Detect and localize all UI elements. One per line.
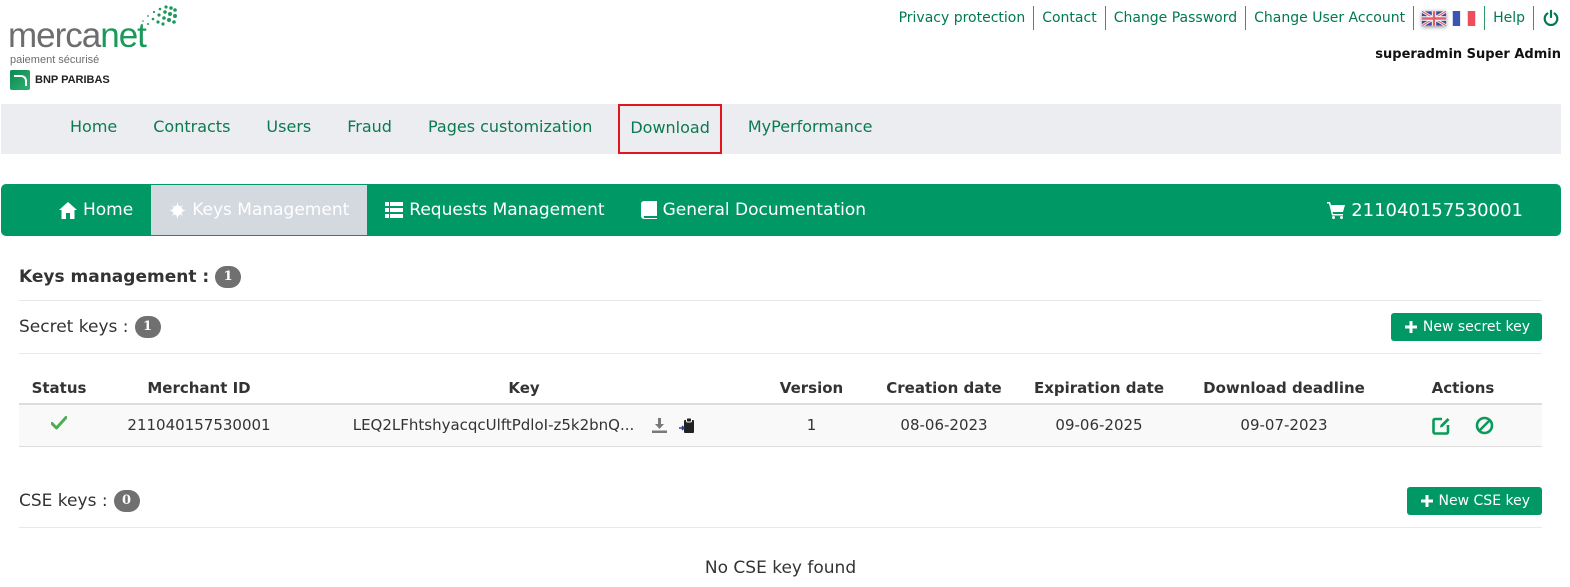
sub-nav-home-label: Home <box>83 200 134 220</box>
actions-cell <box>1384 404 1542 447</box>
download-icon <box>652 417 668 433</box>
change-password-link[interactable]: Change Password <box>1106 6 1247 30</box>
logo-wordmark: mercanet <box>8 16 147 55</box>
logo-word-merca: merca <box>8 16 101 55</box>
contact-link[interactable]: Contact <box>1034 6 1106 30</box>
main-nav-users[interactable]: Users <box>248 104 329 154</box>
divider <box>19 526 1542 528</box>
keys-management-header: Keys management : 1 <box>19 262 1542 292</box>
download-deadline-cell: 09-07-2023 <box>1184 404 1384 447</box>
uk-flag-icon[interactable] <box>1422 10 1447 26</box>
bnp-paribas-logo: BNP PARIBAS <box>10 70 110 90</box>
download-key-button[interactable] <box>652 417 668 433</box>
column-header-creation-date: Creation date <box>874 372 1014 405</box>
cse-keys-count-badge: 0 <box>113 489 140 512</box>
new-secret-key-label: New secret key <box>1422 319 1530 335</box>
book-icon <box>640 201 657 219</box>
main-nav-pages-customization[interactable]: Pages customization <box>410 104 610 154</box>
cart-icon <box>1327 201 1346 219</box>
current-user-name: superadmin Super Admin <box>1375 47 1561 62</box>
clipboard-paste-icon <box>679 417 695 434</box>
new-secret-key-button[interactable]: New secret key <box>1390 313 1542 341</box>
sub-nav-requests-management[interactable]: Requests Management <box>367 185 622 235</box>
change-user-account-link[interactable]: Change User Account <box>1246 6 1415 30</box>
edit-key-button[interactable] <box>1432 416 1451 435</box>
home-icon <box>59 201 77 219</box>
secret-keys-title-wrap: Secret keys : 1 <box>19 316 161 338</box>
expiration-date-cell: 09-06-2025 <box>1014 404 1184 447</box>
plus-icon <box>1420 494 1433 507</box>
column-header-actions: Actions <box>1384 372 1542 405</box>
column-header-version: Version <box>749 372 874 405</box>
mercanet-logo[interactable]: mercanet paiement sécurisé BNP PARIBAS <box>8 4 178 94</box>
copy-key-button[interactable] <box>679 417 695 434</box>
sub-nav-requests-management-label: Requests Management <box>409 200 605 220</box>
new-cse-key-button[interactable]: New CSE key <box>1406 486 1542 515</box>
main-nav-myperformance[interactable]: MyPerformance <box>730 104 891 154</box>
main-nav-home[interactable]: Home <box>52 104 135 154</box>
logo-word-net: net <box>100 16 147 55</box>
column-header-key: Key <box>299 372 749 405</box>
key-cell: LEQ2LFhtshyacqcUlftPdloI-z5k2bnQ... <box>299 404 749 447</box>
cse-keys-title-wrap: CSE keys : 0 <box>19 489 140 512</box>
secret-keys-title: Secret keys : <box>19 317 129 337</box>
main-nav-contracts[interactable]: Contracts <box>135 104 248 154</box>
new-cse-key-label: New CSE key <box>1438 492 1530 509</box>
main-nav-download[interactable]: Download <box>618 104 722 154</box>
sub-nav-keys-management[interactable]: Keys Management <box>151 185 368 235</box>
key-value: LEQ2LFhtshyacqcUlftPdloI-z5k2bnQ... <box>352 416 635 435</box>
merchant-id-label: 211040157530001 <box>1351 199 1523 221</box>
sub-nav-general-documentation-label: General Documentation <box>662 200 867 220</box>
plus-icon <box>1404 321 1417 333</box>
column-header-expiration-date: Expiration date <box>1014 372 1184 405</box>
top-links: Privacy protection Contact Change Passwo… <box>891 4 1562 32</box>
help-link[interactable]: Help <box>1485 6 1534 30</box>
cse-keys-title: CSE keys : <box>19 490 108 511</box>
keys-management-count-badge: 1 <box>215 266 242 288</box>
language-switcher <box>1414 6 1486 30</box>
edit-icon <box>1432 417 1450 435</box>
logout-button[interactable] <box>1534 9 1562 27</box>
fr-flag-icon[interactable] <box>1452 10 1476 26</box>
creation-date-cell: 08-06-2023 <box>874 404 1014 447</box>
main-nav-fraud[interactable]: Fraud <box>329 104 410 154</box>
asterisk-icon <box>169 201 187 219</box>
bnp-star-icon <box>10 70 30 90</box>
main-nav: Home Contracts Users Fraud Pages customi… <box>1 104 1561 154</box>
column-header-download-deadline: Download deadline <box>1184 372 1384 405</box>
version-cell: 1 <box>749 404 874 447</box>
check-icon <box>50 416 68 430</box>
column-header-merchant-id: Merchant ID <box>99 372 299 405</box>
secret-keys-header: Secret keys : 1 New secret key <box>19 301 1542 353</box>
power-icon <box>1543 9 1559 27</box>
cse-keys-header: CSE keys : 0 New CSE key <box>19 475 1542 527</box>
list-icon <box>385 202 404 218</box>
divider <box>19 353 1542 354</box>
logo-tagline: paiement sécurisé <box>10 54 100 66</box>
merchant-selector[interactable]: 211040157530001 <box>1327 200 1523 221</box>
bnp-text: BNP PARIBAS <box>35 74 110 86</box>
sub-nav-keys-management-label: Keys Management <box>192 200 350 220</box>
keys-management-panel: Keys management : 1 Secret keys : 1 New … <box>19 262 1542 578</box>
sub-nav-general-documentation[interactable]: General Documentation <box>623 185 884 235</box>
secret-keys-table: Status Merchant ID Key Version Creation … <box>19 372 1542 447</box>
status-cell <box>19 404 99 447</box>
keys-management-title: Keys management : <box>19 267 210 287</box>
no-cse-key-message: No CSE key found <box>704 557 857 578</box>
sub-nav-home[interactable]: Home <box>41 185 151 235</box>
table-row: 211040157530001 LEQ2LFhtshyacqcUlftPdloI… <box>19 404 1542 447</box>
secret-keys-count-badge: 1 <box>134 316 161 338</box>
ban-icon <box>1475 416 1494 435</box>
column-header-status: Status <box>19 372 99 405</box>
merchant-id-cell: 211040157530001 <box>99 404 299 447</box>
sub-nav: Home Keys Management Requests Management… <box>1 184 1561 236</box>
table-header-row: Status Merchant ID Key Version Creation … <box>19 372 1542 405</box>
privacy-protection-link[interactable]: Privacy protection <box>891 6 1035 30</box>
revoke-key-button[interactable] <box>1475 416 1494 435</box>
